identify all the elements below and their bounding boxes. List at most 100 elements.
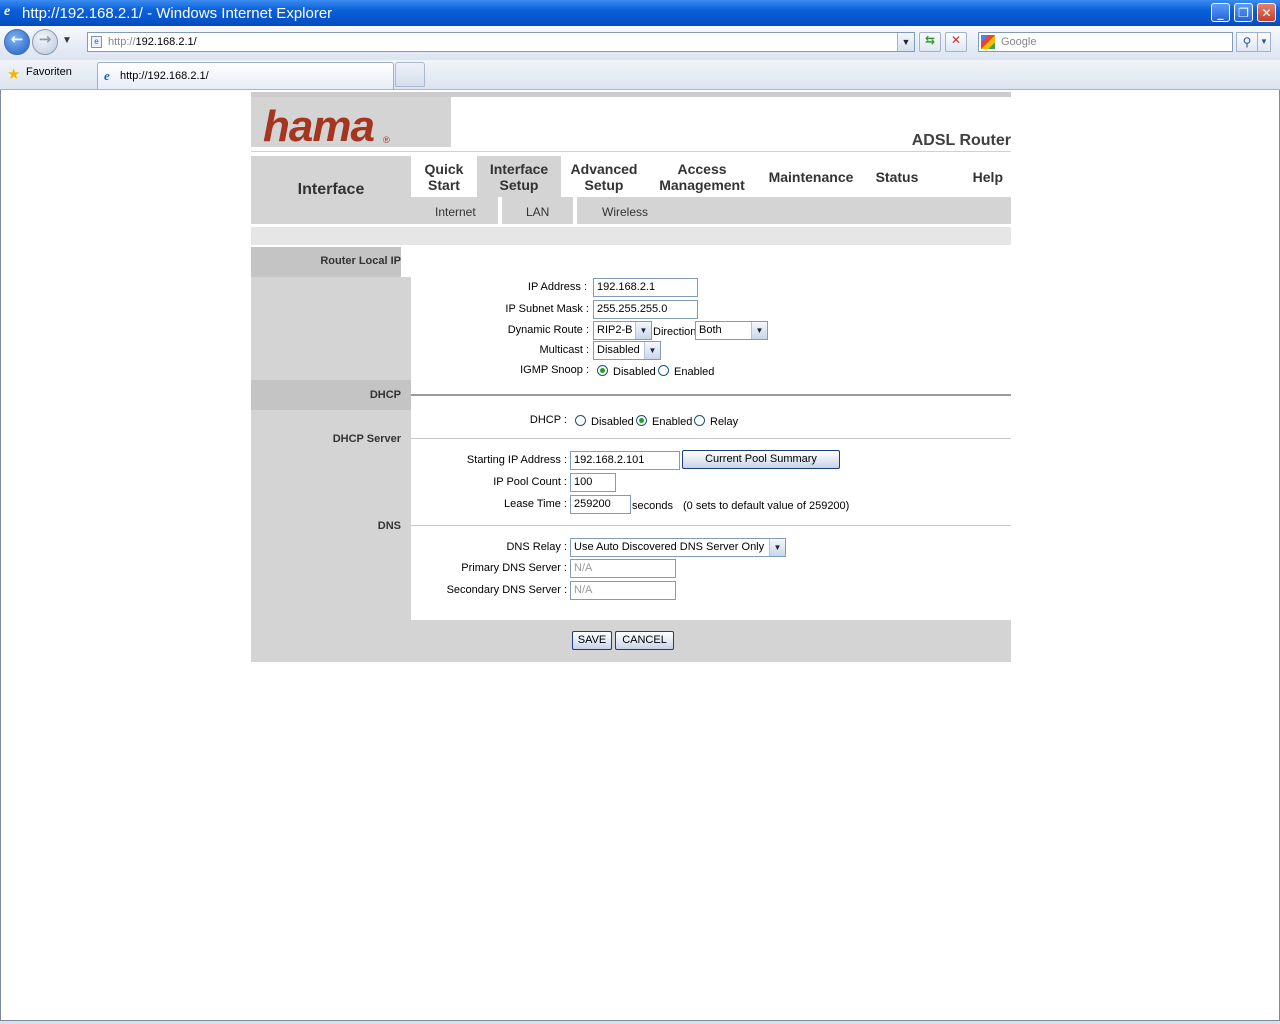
search-icon[interactable]: ⚲ <box>1236 32 1258 52</box>
hama-logo: hama <box>263 102 375 151</box>
search-input[interactable]: Google <box>978 32 1233 52</box>
menu-quick-start-line2: Start <box>428 176 460 193</box>
search-placeholder: Google <box>1001 36 1037 48</box>
multicast-value: Disabled <box>597 344 640 356</box>
menu-status[interactable]: Status <box>865 156 929 197</box>
dhcp-server-divider <box>411 438 1011 439</box>
starting-ip-input[interactable]: 192.168.2.101 <box>570 451 680 470</box>
minimize-button[interactable]: _ <box>1211 3 1230 22</box>
dynamic-route-select[interactable]: RIP2-B ▼ <box>593 321 652 340</box>
lease-time-input[interactable]: 259200 <box>570 495 631 514</box>
secondary-dns-label: Secondary DNS Server : <box>446 584 567 596</box>
direction-label: Direction <box>653 326 697 338</box>
browser-tab[interactable]: e http://192.168.2.1/ <box>97 62 394 89</box>
dns-relay-label: DNS Relay : <box>506 541 567 553</box>
ip-address-input[interactable]: 192.168.2.1 <box>593 278 698 297</box>
logo-box: hama ® <box>251 97 451 151</box>
tab-title: http://192.168.2.1/ <box>120 70 209 82</box>
dhcp-disabled-radio[interactable] <box>575 415 586 426</box>
menu-access-management[interactable]: Access Management <box>647 156 757 197</box>
favorites-star-icon[interactable]: ★ <box>7 65 20 83</box>
subnet-mask-input[interactable]: 255.255.255.0 <box>593 300 698 319</box>
menu-access-management-line1: Access <box>677 160 727 177</box>
submenu-lan[interactable]: LAN <box>526 205 549 219</box>
igmp-snoop-label: IGMP Snoop : <box>520 364 589 376</box>
header-divider <box>251 151 1011 152</box>
title-bar: e http://192.168.2.1/ - Windows Internet… <box>0 0 1280 26</box>
menu-maintenance[interactable]: Maintenance <box>757 156 865 197</box>
dhcp-enabled-radio[interactable] <box>636 415 647 426</box>
dhcp-disabled-label: Disabled <box>591 416 634 428</box>
direction-value: Both <box>699 324 722 336</box>
label-notch <box>401 247 411 277</box>
cancel-button[interactable]: CANCEL <box>615 631 674 650</box>
content-band <box>251 227 1011 245</box>
dns-relay-select[interactable]: Use Auto Discovered DNS Server Only ▼ <box>570 538 786 557</box>
lease-time-label: Lease Time : <box>504 498 567 510</box>
dhcp-relay-radio[interactable] <box>694 415 705 426</box>
lease-unit: seconds <box>632 500 673 512</box>
dhcp-enabled-label: Enabled <box>652 416 693 428</box>
tab-ie-icon: e <box>104 68 110 83</box>
menu-help[interactable]: Help <box>929 156 1011 197</box>
address-dropdown-icon[interactable]: ▼ <box>897 33 914 51</box>
menu-interface-setup-line1: Interface <box>489 160 549 177</box>
dynamic-route-value: RIP2-B <box>597 324 633 336</box>
dynamic-route-label: Dynamic Route : <box>507 324 589 336</box>
dhcp-divider <box>411 394 1011 396</box>
dhcp-label: DHCP : <box>529 414 567 426</box>
save-button[interactable]: SAVE <box>572 631 612 650</box>
menu-advanced-setup-line2: Setup <box>584 176 624 193</box>
menu-interface-setup-line2: Setup <box>499 176 539 193</box>
pool-summary-button[interactable]: Current Pool Summary <box>682 450 840 469</box>
igmp-enabled-radio[interactable] <box>658 365 669 376</box>
product-name: ADSL Router <box>911 132 1011 149</box>
ip-address-label: IP Address : <box>527 281 587 293</box>
menu-advanced-setup-line1: Advanced <box>570 160 638 177</box>
menu-quick-start-line1: Quick <box>424 160 464 177</box>
submenu-wireless[interactable]: Wireless <box>602 205 648 219</box>
igmp-enabled-label: Enabled <box>674 366 715 378</box>
favorites-bar: ★ Favoriten e http://192.168.2.1/ <box>0 60 1280 90</box>
address-field[interactable]: e http://192.168.2.1/ ▼ <box>87 32 915 52</box>
multicast-label: Multicast : <box>539 344 589 356</box>
nav-section-label: Interface <box>297 181 365 198</box>
direction-select[interactable]: Both ▼ <box>695 321 768 340</box>
submenu-internet[interactable]: Internet <box>435 205 476 219</box>
starting-ip-label: Starting IP Address : <box>466 454 567 466</box>
igmp-disabled-radio[interactable] <box>597 365 608 376</box>
favorites-button[interactable]: Favoriten <box>26 66 72 78</box>
submenu-separator <box>573 197 577 224</box>
back-button[interactable]: ← <box>4 29 30 55</box>
forward-button[interactable]: → <box>32 29 58 55</box>
new-tab-button[interactable] <box>395 62 425 87</box>
close-button[interactable]: ✕ <box>1257 3 1276 22</box>
menu-interface-setup[interactable]: Interface Setup <box>477 156 561 197</box>
navigation-area: Interface Quick Start Interface Setup Adva… <box>251 156 1011 224</box>
google-icon <box>981 35 995 49</box>
igmp-disabled-label: Disabled <box>613 366 656 378</box>
dhcp-relay-label: Relay <box>710 416 739 428</box>
pool-count-input[interactable]: 100 <box>570 473 616 492</box>
page-icon: e <box>91 36 102 48</box>
chevron-down-icon: ▼ <box>751 322 767 339</box>
action-footer: SAVE CANCEL <box>251 620 1011 662</box>
status-bar <box>0 1020 1280 1024</box>
window-title: http://192.168.2.1/ - Windows Internet E… <box>22 5 333 22</box>
secondary-dns-input[interactable]: N/A <box>570 581 676 600</box>
multicast-select[interactable]: Disabled ▼ <box>593 341 661 360</box>
dhcp-server-label: DHCP Server <box>332 433 401 445</box>
dns-divider <box>411 525 1011 526</box>
dns-relay-value: Use Auto Discovered DNS Server Only <box>574 541 765 553</box>
main-menu: Quick Start Interface Setup Advanced Setup … <box>411 156 1011 197</box>
restore-button[interactable]: ❐ <box>1234 3 1253 22</box>
refresh-icon[interactable]: ⇆ <box>919 32 941 52</box>
url-scheme: http:// <box>108 36 136 48</box>
search-options-icon[interactable]: ▼ <box>1257 32 1271 52</box>
chevron-down-icon: ▼ <box>644 342 660 359</box>
menu-quick-start[interactable]: Quick Start <box>411 156 477 197</box>
primary-dns-input[interactable]: N/A <box>570 559 676 578</box>
menu-advanced-setup[interactable]: Advanced Setup <box>561 156 647 197</box>
history-dropdown-icon[interactable]: ▼ <box>62 35 72 46</box>
stop-icon[interactable]: ✕ <box>945 32 967 52</box>
